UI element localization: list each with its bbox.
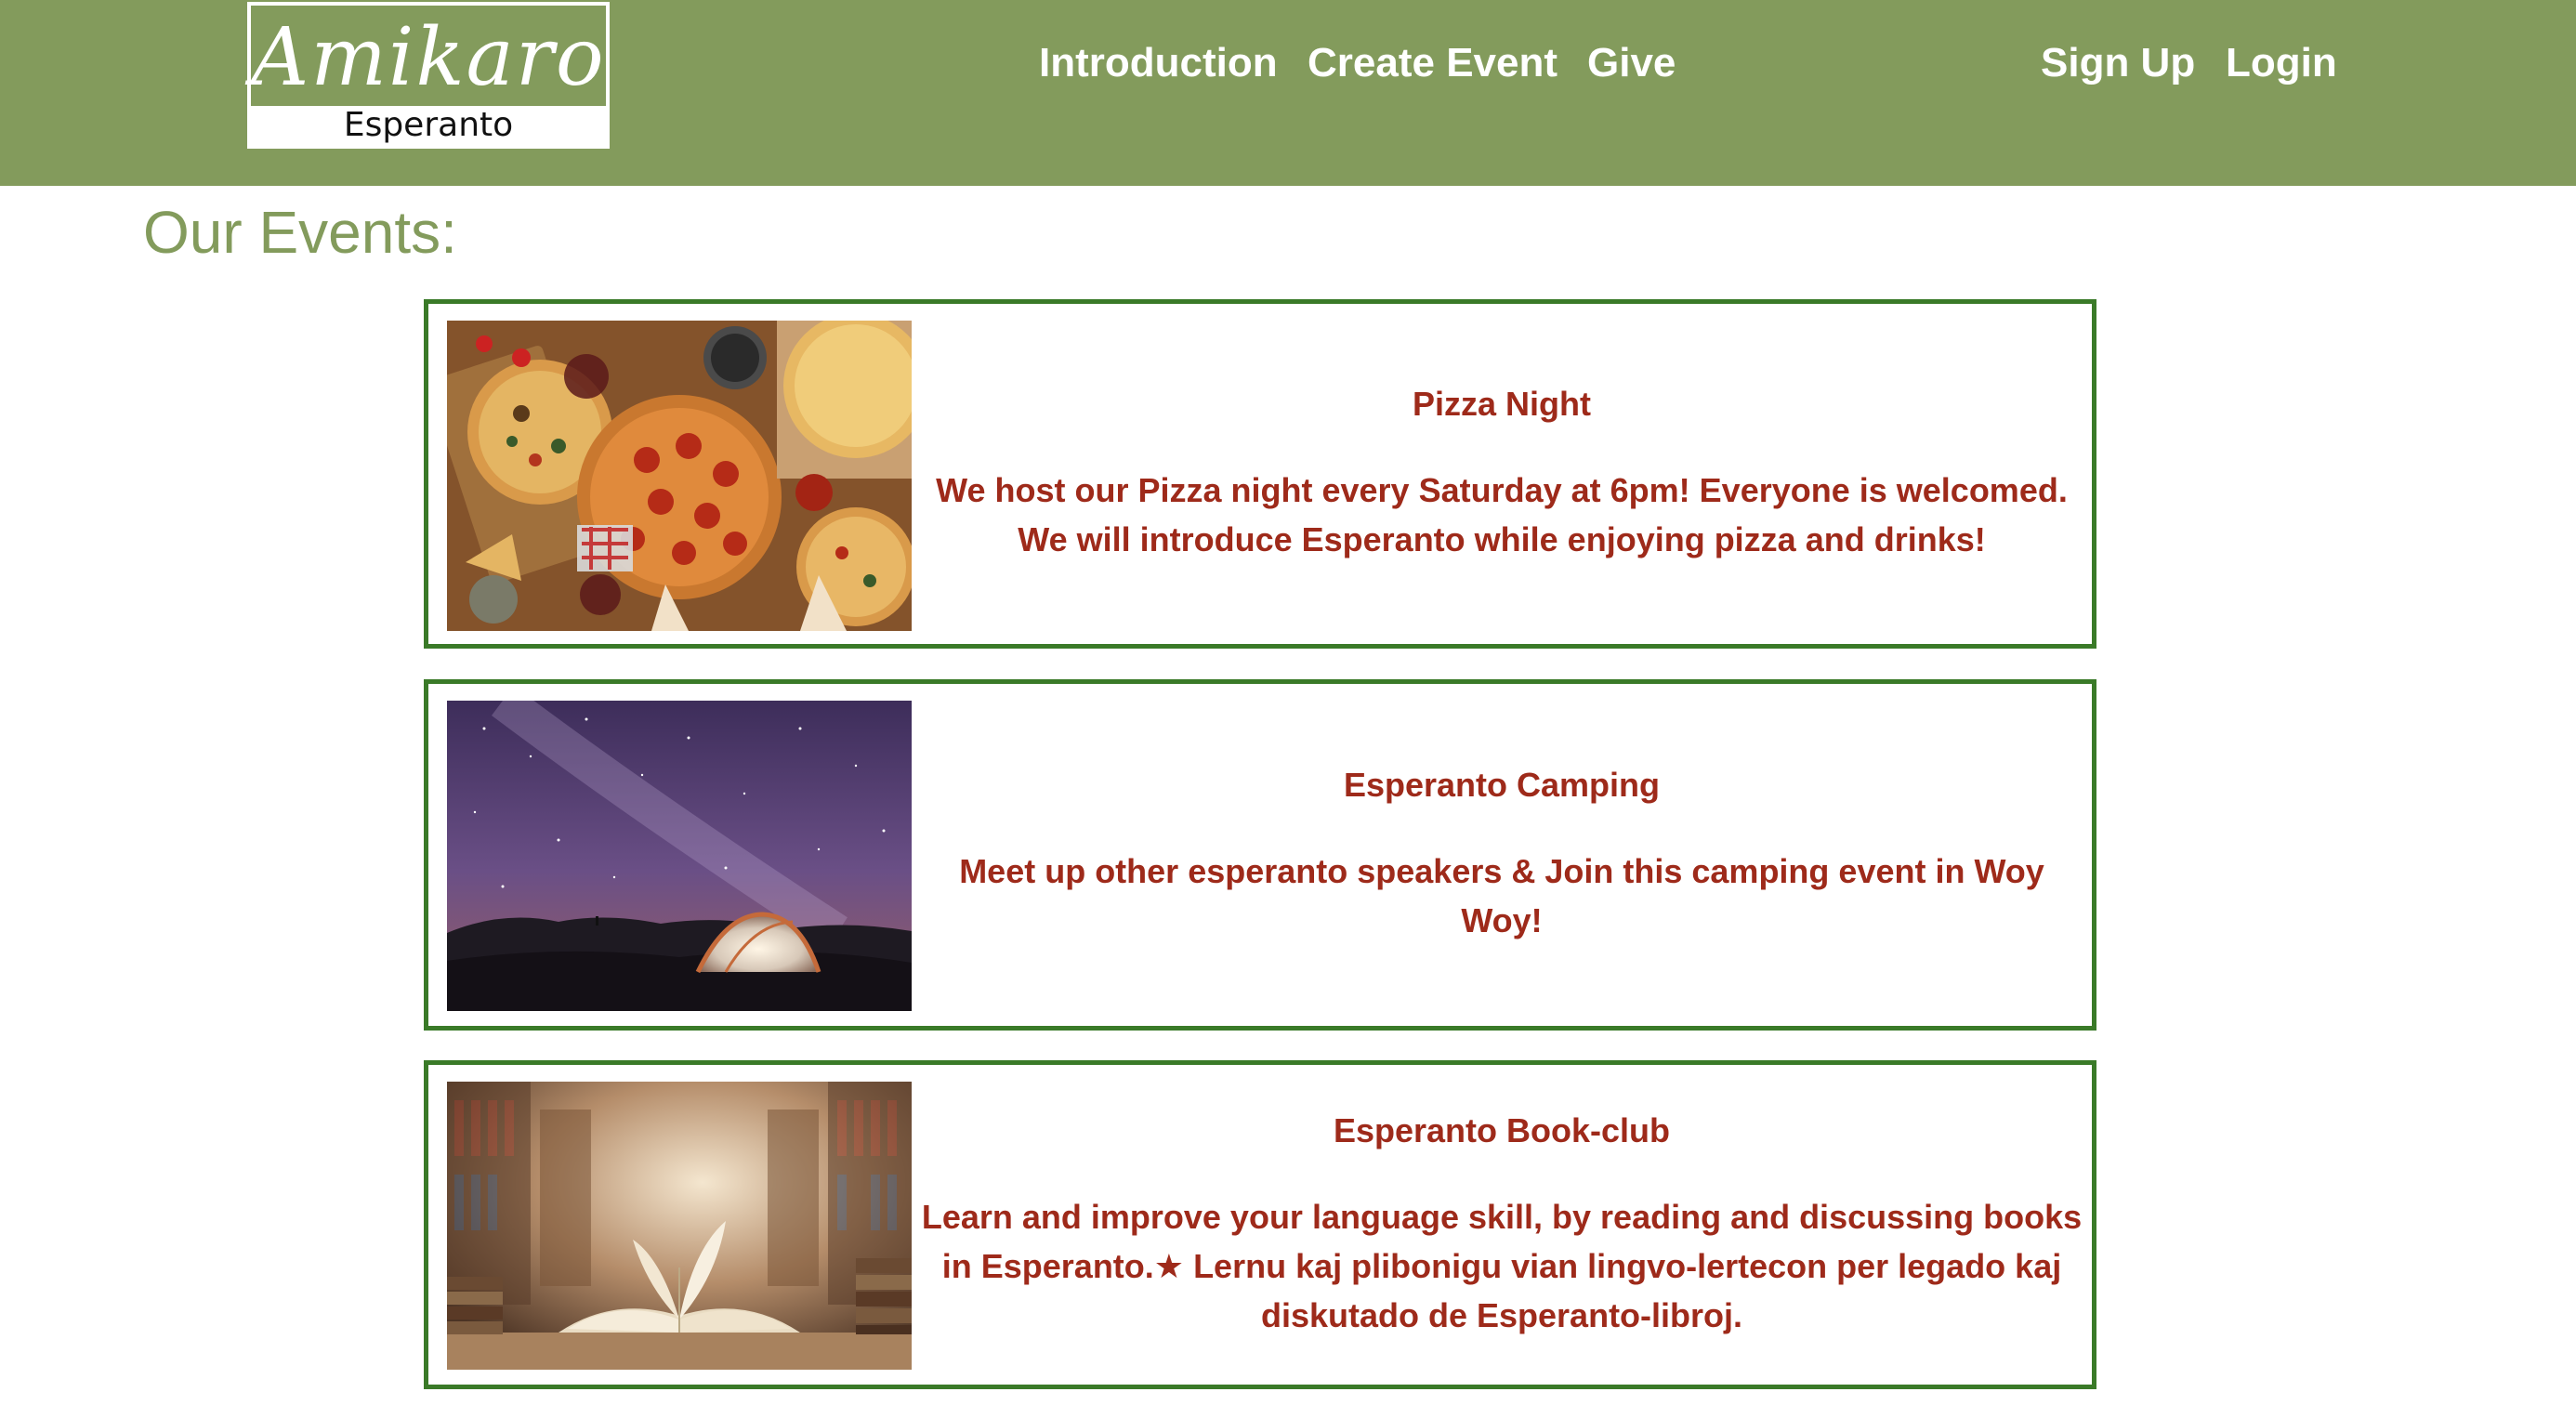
event-title: Pizza Night [1412, 385, 1591, 423]
nav-link-give[interactable]: Give [1587, 37, 1676, 89]
logo-brand-text: Amikaro [251, 11, 606, 104]
books-library-photo-icon [447, 1082, 912, 1370]
site-logo[interactable]: Amikaro Esperanto [247, 2, 610, 149]
logo-subtitle-text: Esperanto [251, 106, 606, 145]
event-title: Esperanto Camping [1343, 766, 1661, 804]
page-title: Our Events: [143, 199, 457, 266]
event-content: Pizza Night We host our Pizza night ever… [912, 304, 2092, 644]
nav-link-introduction[interactable]: Introduction [1039, 37, 1278, 89]
nav-link-login[interactable]: Login [2226, 37, 2337, 89]
nav-link-create-event[interactable]: Create Event [1308, 37, 1557, 89]
event-description: We host our Pizza night every Saturday a… [936, 471, 2068, 558]
camping-night-photo-icon [447, 701, 912, 1011]
event-card-pizza-night[interactable]: Pizza Night We host our Pizza night ever… [424, 299, 2096, 649]
event-description: Learn and improve your language skill, b… [921, 1197, 2083, 1334]
event-content: Esperanto Book-club Learn and improve yo… [912, 1065, 2092, 1385]
event-title: Esperanto Book-club [1333, 1110, 1671, 1149]
event-description: Meet up other esperanto speakers & Join … [959, 852, 2044, 939]
event-card-esperanto-camping[interactable]: Esperanto Camping Meet up other esperant… [424, 679, 2096, 1031]
nav-link-sign-up[interactable]: Sign Up [2041, 37, 2195, 89]
event-card-esperanto-book-club[interactable]: Esperanto Book-club Learn and improve yo… [424, 1060, 2096, 1389]
top-navigation-bar: Amikaro Esperanto Introduction Create Ev… [0, 0, 2576, 186]
pizza-photo-icon [447, 321, 912, 631]
event-content: Esperanto Camping Meet up other esperant… [912, 684, 2092, 1026]
